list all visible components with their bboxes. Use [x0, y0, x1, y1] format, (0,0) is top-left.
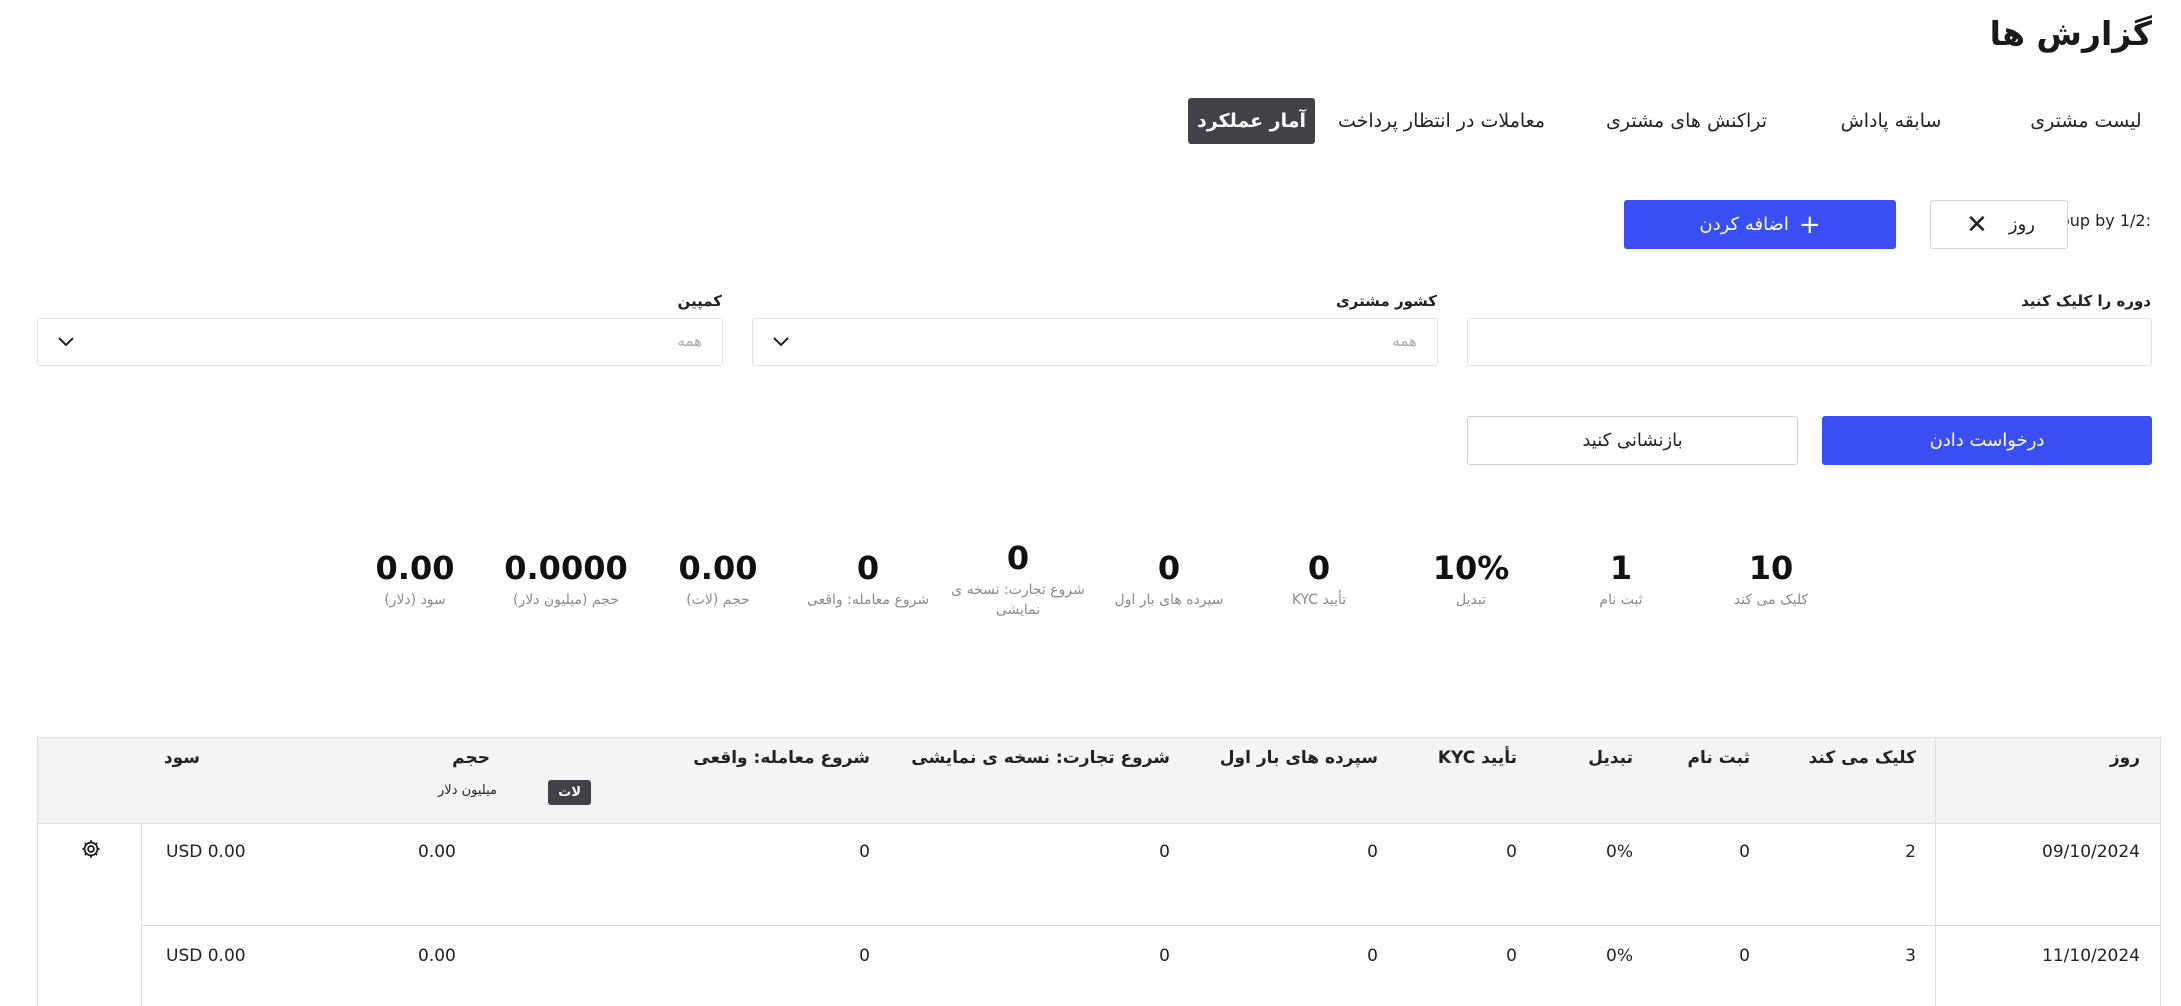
col-kyc: تأیید KYC: [1437, 748, 1517, 768]
tab-client-list[interactable]: لیست مشتری: [2021, 98, 2151, 144]
table-header: روز کلیک می کند ثبت نام تبدیل تأیید KYC …: [38, 738, 2160, 824]
cell-day: 11/10/2024: [2042, 946, 2140, 966]
cell-kyc: 0: [1506, 842, 1517, 862]
col-day: روز: [2109, 748, 2140, 768]
stat-label: شروع تجارت: نسخه ی نمایشی: [951, 582, 1085, 618]
cell-volume: 0.00: [418, 842, 456, 862]
performance-table: روز کلیک می کند ثبت نام تبدیل تأیید KYC …: [37, 737, 2161, 1006]
row-divider: [142, 925, 2160, 926]
cell-day: 09/10/2024: [2042, 842, 2140, 862]
campaign-select[interactable]: همه: [37, 318, 723, 366]
stat-label: سود (دلار): [384, 592, 446, 608]
cell-first-deposits: 0: [1367, 946, 1378, 966]
col-signups: ثبت نام: [1687, 748, 1750, 768]
col-demo-trading: شروع تجارت: نسخه ی نمایشی: [911, 748, 1170, 768]
cell-conversion: 0%: [1606, 946, 1633, 966]
cell-profit: USD 0.00: [166, 946, 246, 966]
column-divider: [141, 824, 142, 1006]
volume-unit-million-toggle[interactable]: میلیون دلار: [438, 783, 497, 798]
col-clicks: کلیک می کند: [1808, 748, 1916, 768]
cell-profit: USD 0.00: [166, 842, 246, 862]
period-field[interactable]: [1467, 318, 2152, 366]
cell-demo-trading: 0: [1159, 946, 1170, 966]
column-divider: [1935, 738, 1936, 1006]
cell-conversion: 0%: [1606, 842, 1633, 862]
cell-kyc: 0: [1506, 946, 1517, 966]
cell-real-trading: 0: [859, 842, 870, 862]
gear-icon[interactable]: [80, 838, 102, 860]
col-first-deposits: سپرده های بار اول: [1219, 748, 1378, 768]
tab-reward-history[interactable]: سابقه پاداش: [1811, 98, 1971, 144]
plus-icon: +: [1798, 210, 1821, 240]
period-label: دوره را کلیک کنید: [2021, 292, 2151, 310]
add-group-label: اضافه کردن: [1699, 214, 1789, 235]
add-group-button[interactable]: + اضافه کردن: [1624, 200, 1896, 249]
col-volume: حجم: [452, 748, 490, 768]
col-real-trading: شروع معامله: واقعی: [693, 748, 870, 768]
stat-value: 0.00: [375, 549, 455, 587]
close-icon[interactable]: ✕: [1966, 211, 1988, 239]
chevron-down-icon: [773, 337, 789, 347]
group-chip-day: ✕ روز: [1930, 200, 2068, 249]
cell-signups: 0: [1739, 946, 1750, 966]
cell-real-trading: 0: [859, 946, 870, 966]
cell-volume: 0.00: [418, 946, 456, 966]
reset-button[interactable]: بازنشانی کنید: [1467, 416, 1798, 465]
cell-first-deposits: 0: [1367, 842, 1378, 862]
stat-profit: 0.00 سود (دلار): [320, 552, 510, 610]
tab-client-transactions[interactable]: تراکنش های مشتری: [1584, 98, 1789, 144]
country-select[interactable]: همه: [752, 318, 1438, 366]
country-label: کشور مشتری: [1335, 292, 1437, 310]
campaign-placeholder: همه: [677, 332, 702, 350]
cell-demo-trading: 0: [1159, 842, 1170, 862]
apply-button[interactable]: درخواست دادن: [1822, 416, 2152, 465]
volume-unit-lot-toggle[interactable]: لات: [548, 780, 591, 805]
cell-signups: 0: [1739, 842, 1750, 862]
chevron-down-icon: [58, 337, 74, 347]
cell-clicks: 3: [1905, 946, 1916, 966]
tab-performance-stats[interactable]: آمار عملکرد: [1188, 98, 1315, 144]
col-conversion: تبدیل: [1588, 748, 1633, 768]
group-chip-label: روز: [2008, 214, 2035, 235]
tab-pending-trades[interactable]: معاملات در انتظار پرداخت: [1314, 98, 1569, 144]
cell-clicks: 2: [1905, 842, 1916, 862]
page-title: گزارش ها: [1989, 14, 2152, 53]
country-placeholder: همه: [1392, 332, 1417, 350]
col-profit: سود: [163, 748, 200, 768]
campaign-label: کمپین: [677, 292, 722, 310]
